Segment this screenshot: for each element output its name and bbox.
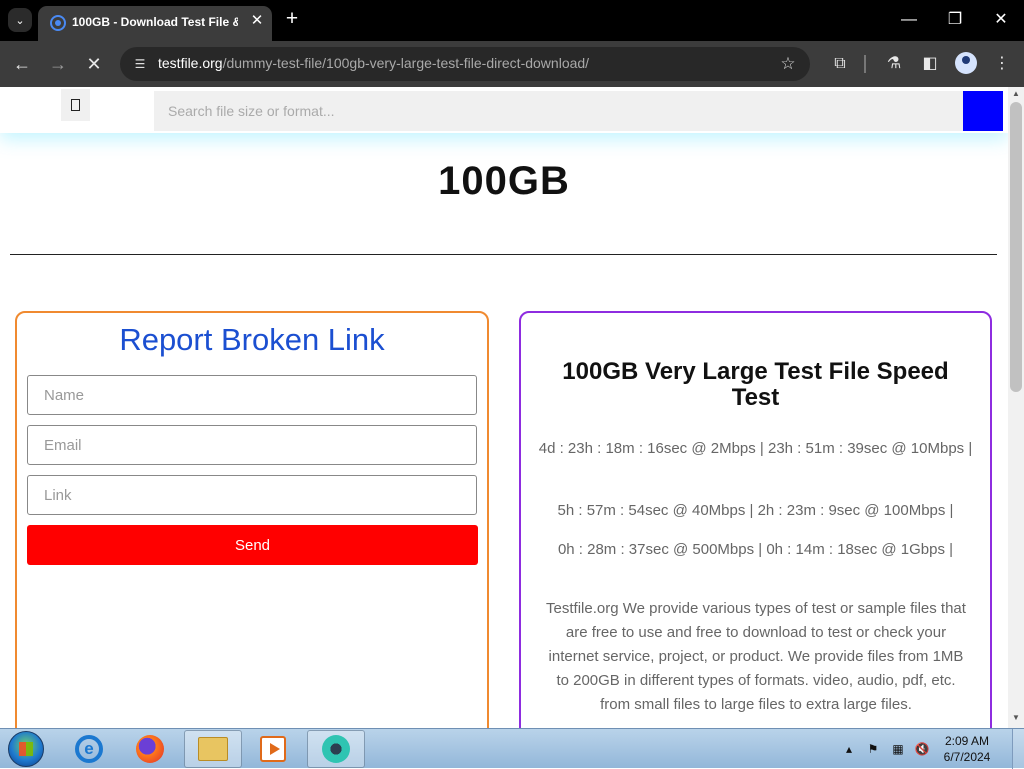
address-bar[interactable]: ☰ testfile.org/dummy-test-file/100gb-ver… bbox=[120, 47, 810, 81]
speed-line-2: 5h : 57m : 54sec @ 40Mbps | 2h : 23m : 9… bbox=[557, 502, 954, 519]
back-arrow-icon[interactable]: ← bbox=[10, 52, 34, 76]
email-field[interactable] bbox=[27, 425, 477, 465]
site-search-input[interactable] bbox=[154, 91, 963, 131]
taskbar-media-player[interactable] bbox=[244, 730, 302, 768]
speed-test-title: 100GB Very Large Test File Speed Test bbox=[562, 358, 949, 411]
taskbar-internet-explorer[interactable]: e bbox=[60, 730, 118, 768]
scroll-thumb[interactable] bbox=[1010, 102, 1022, 392]
browser-toolbar: ← → ✕ ☰ testfile.org/dummy-test-file/100… bbox=[0, 41, 1024, 87]
bookmark-star-icon[interactable]: ☆ bbox=[776, 52, 800, 76]
tab-strip: ⌄ 100GB - Download Test File & ✕ + — ❐ ✕ bbox=[0, 0, 1024, 41]
volume-muted-icon[interactable]: 🔇 bbox=[912, 737, 932, 761]
report-title: Report Broken Link bbox=[119, 322, 385, 357]
scroll-up-icon[interactable]: ▲ bbox=[1012, 90, 1020, 98]
clock-date: 6/7/2024 bbox=[943, 750, 991, 764]
labs-flask-icon[interactable]: ⚗ bbox=[882, 52, 906, 76]
active-tab[interactable]: 100GB - Download Test File & ✕ bbox=[38, 6, 272, 41]
stop-loading-icon[interactable]: ✕ bbox=[82, 52, 106, 76]
system-clock[interactable]: 2:09 AM 6/7/2024 bbox=[937, 733, 997, 765]
window-close-icon[interactable]: ✕ bbox=[986, 8, 1016, 32]
internet-explorer-icon: e bbox=[75, 735, 103, 763]
title-divider bbox=[10, 254, 997, 255]
favicon-icon bbox=[50, 15, 66, 31]
toolbar-divider bbox=[864, 55, 866, 73]
network-icon[interactable]: ▦ bbox=[888, 737, 908, 761]
tab-close-icon[interactable]: ✕ bbox=[248, 12, 266, 30]
side-panel-icon[interactable]: ◧ bbox=[918, 52, 942, 76]
link-field[interactable] bbox=[27, 475, 477, 515]
url-path: /dummy-test-file/100gb-very-large-test-f… bbox=[222, 55, 590, 71]
url-text[interactable]: testfile.org/dummy-test-file/100gb-very-… bbox=[158, 55, 589, 71]
site-info-icon[interactable]: ☰ bbox=[132, 56, 148, 72]
windows-taskbar: e ▴ ⚑ ▦ 🔇 2:09 AM 6/7/2024 bbox=[0, 728, 1024, 769]
firefox-icon bbox=[136, 735, 164, 763]
forward-arrow-icon[interactable]: → bbox=[46, 52, 70, 76]
send-button[interactable]: Send bbox=[27, 525, 478, 565]
action-center-flag-icon[interactable]: ⚑ bbox=[864, 737, 882, 761]
page-scrollbar[interactable]: ▲ ▼ bbox=[1008, 87, 1024, 728]
start-button[interactable] bbox=[8, 731, 44, 767]
site-description: Testfile.org We provide various types of… bbox=[546, 600, 966, 713]
site-search-button[interactable] bbox=[963, 91, 1003, 131]
page-title: 100GB bbox=[438, 159, 570, 203]
url-domain: testfile.org bbox=[158, 55, 223, 71]
speed-line-3: 0h : 28m : 37sec @ 500Mbps | 0h : 14m : … bbox=[557, 541, 954, 558]
restore-icon[interactable]: ❐ bbox=[940, 8, 970, 32]
extensions-icon[interactable]: ⧉ bbox=[828, 52, 852, 76]
name-field[interactable] bbox=[27, 375, 477, 415]
folder-icon bbox=[198, 737, 228, 761]
taskbar-chrome-app[interactable] bbox=[307, 730, 365, 768]
taskbar-file-explorer[interactable] bbox=[184, 730, 242, 768]
show-desktop-button[interactable] bbox=[1012, 729, 1024, 769]
speed-test-card: 100GB Very Large Test File Speed Test 4d… bbox=[519, 311, 992, 728]
site-header bbox=[0, 87, 1008, 133]
chrome-app-icon bbox=[322, 735, 350, 763]
clock-time: 2:09 AM bbox=[944, 734, 990, 748]
minimize-icon[interactable]: — bbox=[894, 8, 924, 32]
menu-icon bbox=[71, 99, 80, 111]
tab-search-chevron-down-icon[interactable]: ⌄ bbox=[8, 8, 32, 32]
profile-avatar-icon[interactable] bbox=[955, 52, 977, 74]
new-tab-plus-icon[interactable]: + bbox=[281, 8, 303, 30]
kebab-menu-icon[interactable]: ⋮ bbox=[990, 52, 1014, 76]
report-broken-link-card: Report Broken Link Send bbox=[15, 311, 489, 728]
taskbar-firefox[interactable] bbox=[121, 730, 179, 768]
scroll-down-icon[interactable]: ▼ bbox=[1012, 714, 1020, 722]
menu-toggle-button[interactable] bbox=[61, 89, 90, 121]
media-player-icon bbox=[260, 736, 286, 762]
page-viewport: 100GB Report Broken Link Send 100GB Very… bbox=[0, 87, 1008, 728]
show-hidden-icons-icon[interactable]: ▴ bbox=[842, 737, 856, 761]
speed-line-1: 4d : 23h : 18m : 16sec @ 2Mbps | 23h : 5… bbox=[538, 440, 973, 457]
tab-title: 100GB - Download Test File & bbox=[72, 15, 238, 29]
